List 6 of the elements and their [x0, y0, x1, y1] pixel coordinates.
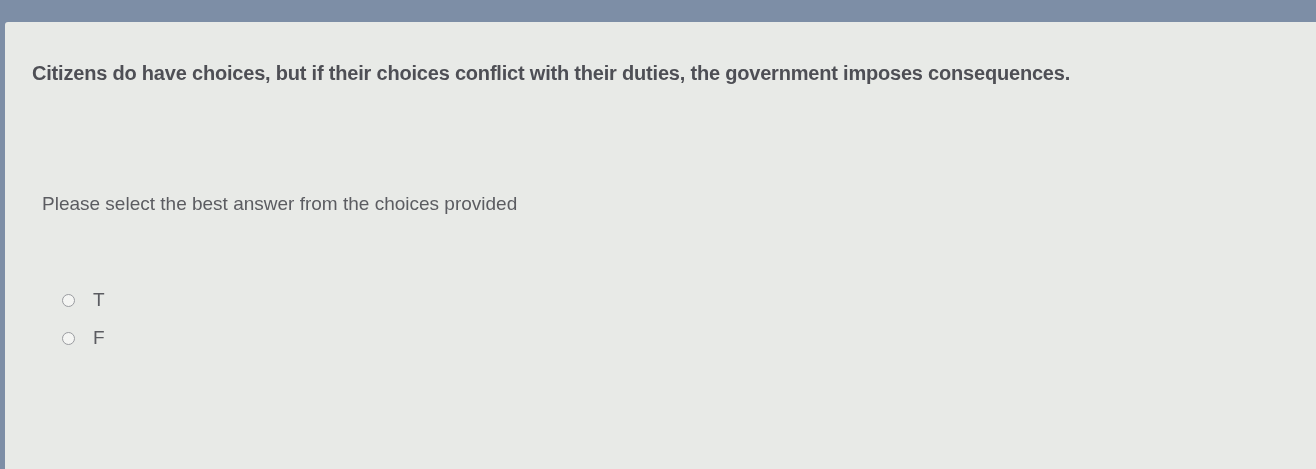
choice-label[interactable]: F: [93, 327, 105, 349]
radio-button[interactable]: [62, 293, 75, 307]
instruction-text: Please select the best answer from the choices provided: [42, 193, 519, 215]
choice-label[interactable]: T: [93, 289, 105, 311]
radio-button[interactable]: [62, 331, 75, 345]
question-text: Citizens do have choices, but if their choices conflict with their duties, the government imposes consequences.: [32, 62, 1072, 85]
